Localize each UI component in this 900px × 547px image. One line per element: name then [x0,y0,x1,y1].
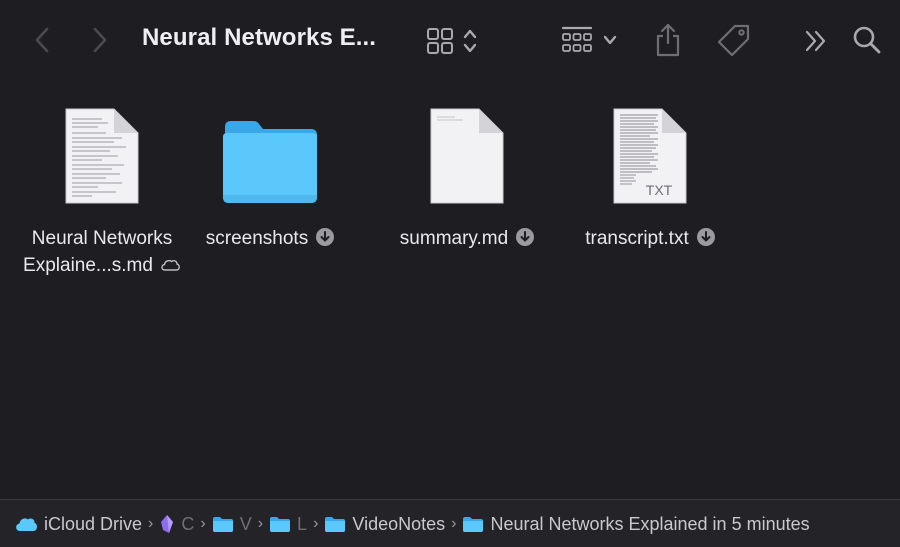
crumb-label: VideoNotes [352,513,446,534]
file-name: screenshots [205,228,309,249]
file-name-line1: Neural Networks [31,228,173,249]
chevron-updown-icon [463,29,477,53]
download-icon [316,228,335,246]
file-grid: Neural Networks Explaine...s.md screensh… [0,95,900,295]
crumb-videonotes[interactable]: VideoNotes [324,514,445,535]
toolbar: Neural Networks E... [0,0,900,80]
group-by-icon [561,26,593,52]
path-separator: › [451,515,457,532]
cloud-icon [161,259,180,271]
crumb-label: iCloud Drive [44,513,143,534]
crumb-label: C [181,513,195,534]
txt-badge: TXT [646,182,673,198]
view-mode-button[interactable] [420,24,484,58]
path-bar: iCloud Drive › C › V › L › VideoNotes › … [0,499,900,547]
file-name: summary.md [399,228,509,249]
finder-window: Neural Networks E... Neural Networks Exp… [0,0,900,547]
window-title: Neural Networks E... [142,24,377,51]
crumb-label: Neural Networks Explained in 5 minutes [490,513,810,534]
file-name-line2: Explaine...s.md [23,255,153,276]
folder-icon [269,515,291,533]
share-button[interactable] [650,20,686,60]
crumb-folder-v[interactable]: V [212,514,252,535]
crumb-current-folder[interactable]: Neural Networks Explained in 5 minutes [462,513,810,535]
folder-icon [212,515,234,533]
file-label: Neural Networks Explaine...s.md [7,225,197,279]
chevron-left-icon [35,27,49,53]
path-separator: › [257,515,264,532]
grid-view-icon [427,28,453,54]
more-button[interactable] [800,26,832,56]
share-icon [656,23,680,57]
back-button[interactable] [28,24,56,56]
txt-document-icon: TXT [555,105,745,215]
chevron-right-icon [93,27,107,53]
path-separator: › [200,515,206,532]
folder-icon [324,515,346,533]
file-label: screenshots [175,225,365,252]
icloud-icon [14,516,38,532]
crumb-label: V [239,513,252,534]
search-button[interactable] [850,24,884,56]
folder-icon [175,105,365,215]
group-by-button[interactable] [556,22,622,58]
crumb-folder-l[interactable]: L [269,514,307,535]
forward-button[interactable] [86,24,114,56]
crumb-icloud-drive[interactable]: iCloud Drive [14,514,142,535]
folder-icon [462,515,484,533]
crumb-label: L [297,513,308,534]
document-icon [372,105,562,215]
chevron-down-icon [603,35,617,45]
tag-button[interactable] [714,20,754,60]
file-label: transcript.txt [555,225,745,252]
document-icon [7,105,197,215]
file-name: transcript.txt [585,228,689,249]
app-icon [159,514,175,534]
path-separator: › [148,515,154,532]
file-label: summary.md [372,225,562,252]
more-chevrons-icon [805,30,826,52]
download-icon [516,228,535,246]
crumb-app[interactable]: C [159,514,194,535]
tag-icon [717,24,750,57]
download-icon [696,228,715,246]
search-icon [853,26,881,54]
path-separator: › [313,515,319,532]
